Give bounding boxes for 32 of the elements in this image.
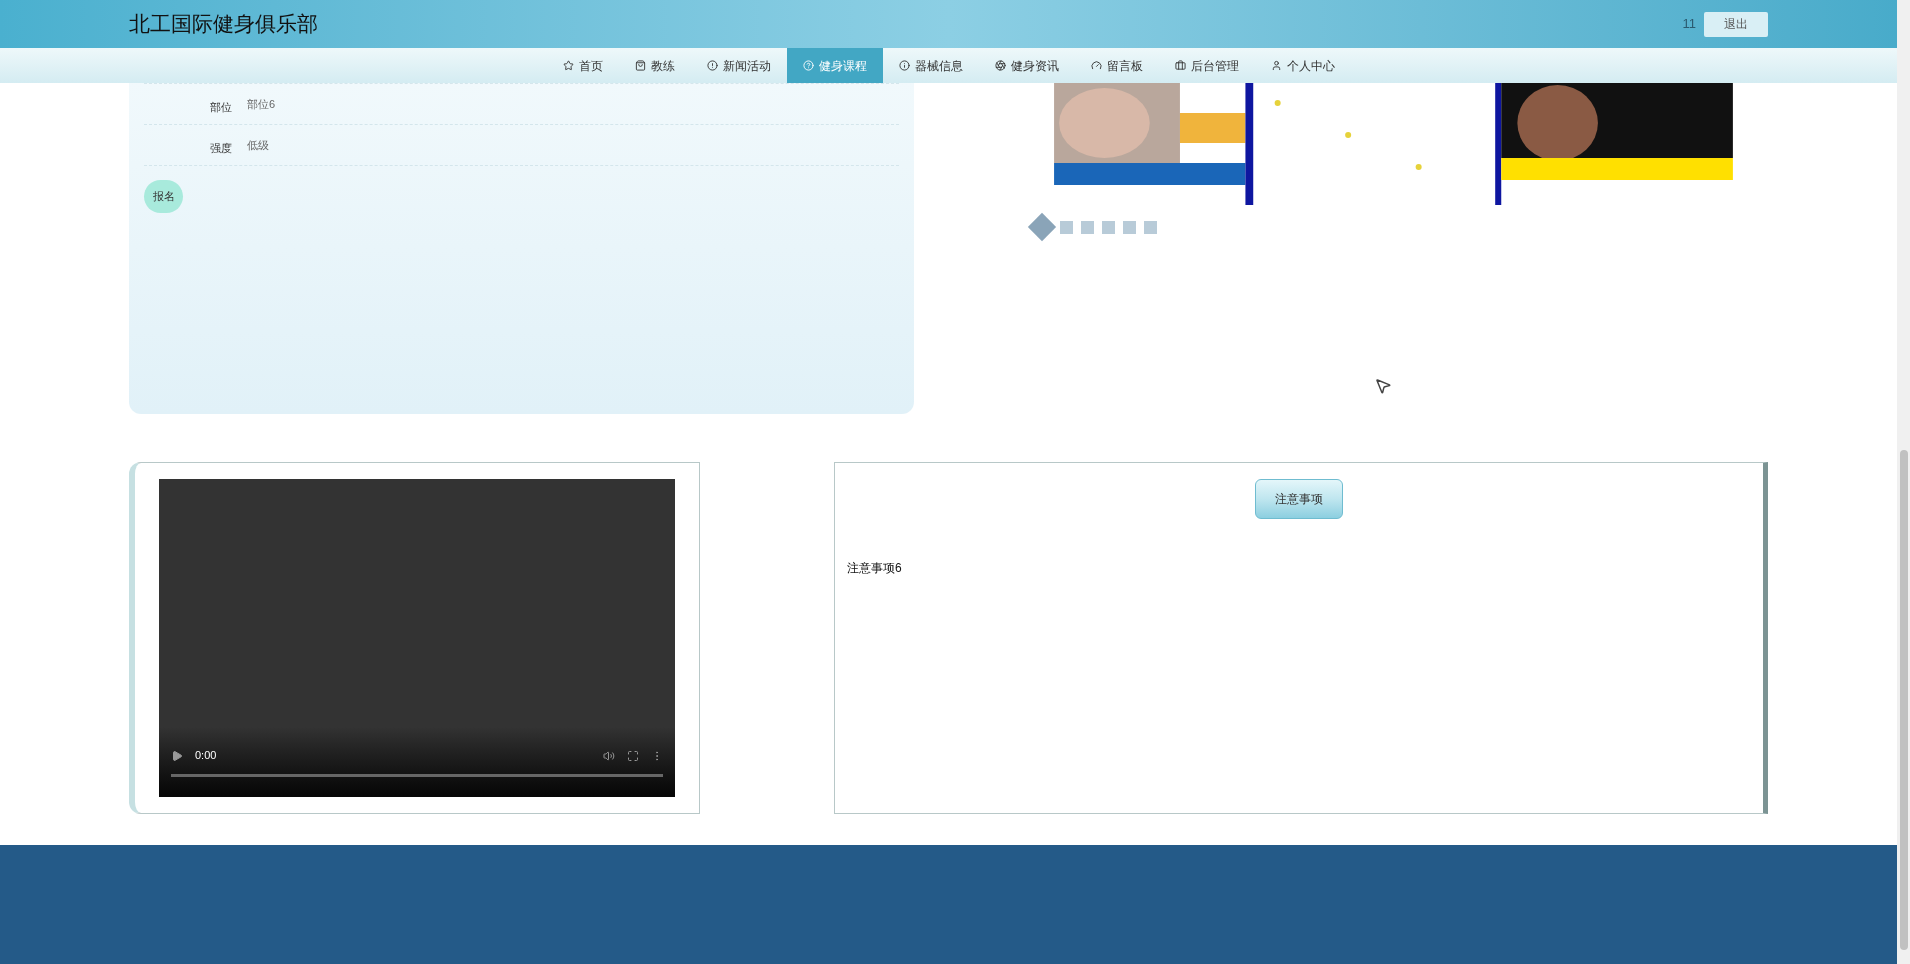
nav-tab[interactable]: 教练 (618, 48, 691, 83)
volume-icon[interactable] (603, 749, 615, 762)
site-title: 北工国际健身俱乐部 (129, 11, 318, 38)
nav-tab[interactable]: 新闻活动 (690, 48, 787, 83)
username: 11 (1682, 15, 1696, 34)
nav-tab[interactable]: 个人中心 (1254, 48, 1351, 83)
user-icon (1270, 60, 1282, 71)
briefcase-icon (1174, 60, 1186, 71)
play-icon[interactable] (171, 749, 183, 762)
video-time: 0:00 (195, 748, 218, 764)
star-icon (562, 60, 574, 71)
field-value: 部位6 (247, 96, 276, 112)
info-icon (898, 60, 910, 71)
bag-icon (634, 60, 646, 71)
logout-button[interactable]: 退出 (1704, 11, 1768, 37)
nav-tab[interactable]: 健身资讯 (978, 48, 1075, 83)
nav-tab[interactable]: 后台管理 (1158, 48, 1255, 83)
nav-tab[interactable]: 器械信息 (882, 48, 979, 83)
notice-heading: 注意事项 (1255, 479, 1343, 519)
nav-tab[interactable]: 留言板 (1074, 48, 1159, 83)
gauge-icon (1090, 60, 1102, 71)
signup-button[interactable]: 报名 (144, 180, 183, 213)
exclamation-icon (706, 60, 718, 71)
aperture-icon (994, 60, 1006, 71)
field-label: 强度 (209, 140, 232, 156)
cursor-icon (1374, 377, 1392, 395)
field-label: 部位 (209, 99, 232, 115)
fullscreen-icon[interactable] (627, 749, 639, 762)
nav-tab[interactable]: 首页 (546, 48, 619, 83)
field-value: 低级 (247, 137, 269, 153)
question-icon (802, 60, 814, 71)
notice-text: 注意事项6 (847, 560, 903, 577)
